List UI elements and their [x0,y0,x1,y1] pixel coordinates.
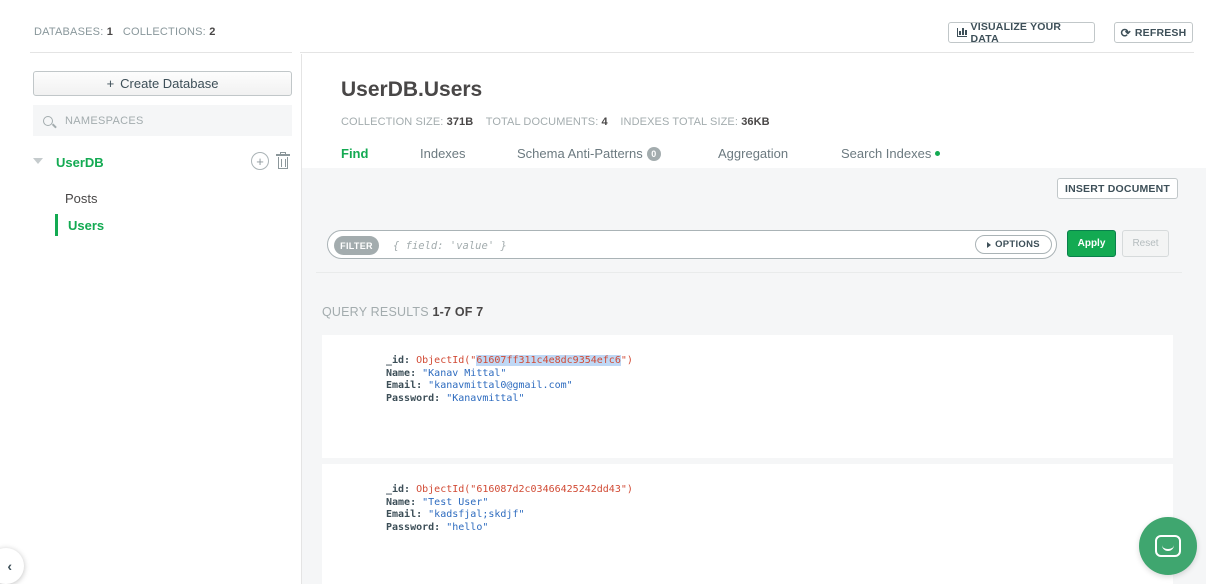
database-name[interactable]: UserDB [56,155,104,170]
create-database-button[interactable]: + Create Database [33,71,292,96]
document-field-id: _id: ObjectId("616087d2c03466425242dd43"… [322,484,1173,497]
collections-label: COLLECTIONS: [122,26,206,38]
tab-label: Find [341,146,369,161]
namespaces-placeholder: NAMESPACES [65,114,144,127]
instance-counts: DATABASES: 1 COLLECTIONS: 2 [34,26,216,38]
document-field-id: _id: ObjectId("61607ff311c4e8dc9354efc6"… [322,355,1173,368]
field-key: Name: [386,496,417,508]
indexes-size-value: 36KB [741,116,770,128]
refresh-label: REFRESH [1134,26,1187,39]
field-value: ObjectId("616087d2c03466425242dd43") [416,484,633,495]
field-value: "Kanav Mittal" [422,367,507,379]
plus-icon: + [106,76,115,91]
apply-button[interactable]: Apply [1067,230,1116,257]
tab-label: Search Indexes [841,146,932,161]
field-value: ObjectId("61607ff311c4e8dc9354efc6") [416,355,633,366]
tab-label: Schema Anti-Patterns [517,146,643,161]
tab-label: Indexes [420,146,466,161]
chat-support-button[interactable] [1139,517,1197,575]
databases-label: DATABASES: [34,26,104,38]
filter-input[interactable] [393,238,953,254]
field-value: "Kanavmittal" [446,392,525,404]
filter-bar: FILTER OPTIONS [327,230,1057,259]
visualize-label: VISUALIZE YOUR DATA [970,20,1062,45]
collection-size-value: 371B [446,116,474,128]
document-field-password: Password: "hello" [322,522,1173,535]
document-field-email: Email: "kanavmittal0@gmail.com" [322,380,1173,393]
collection-stats: COLLECTION SIZE: 371B TOTAL DOCUMENTS: 4… [341,116,770,128]
chevron-left-icon: ‹ [7,558,12,574]
results-label: QUERY RESULTS [322,305,429,319]
collection-label: Users [68,217,105,233]
refresh-button[interactable]: ⟳ REFRESH [1114,22,1193,43]
tab-search-indexes[interactable]: Search Indexes [841,146,941,161]
document-card[interactable]: _id: ObjectId("61607ff311c4e8dc9354efc6"… [322,335,1173,458]
field-value: "kadsfjal;skdjf" [428,509,525,520]
field-key: Email: [386,509,423,520]
tab-label: Aggregation [718,146,789,161]
field-key: Name: [386,367,417,379]
collection-size-label: COLLECTION SIZE: [341,116,444,128]
query-results-count: QUERY RESULTS 1-7 OF 7 [322,305,483,319]
results-range: 1-7 OF 7 [432,305,484,319]
field-value: "hello" [446,521,489,533]
document-field-name: Name: "Test User" [322,497,1173,510]
add-collection-icon[interactable]: + [251,152,269,170]
field-key: Email: [386,380,423,391]
namespaces-search[interactable]: NAMESPACES [33,105,292,136]
count-badge: 0 [646,146,661,161]
toolbar-divider [316,272,1182,273]
sidebar-database-userdb[interactable]: UserDB + [33,152,292,172]
create-database-label: Create Database [120,76,219,91]
options-label: OPTIONS [995,239,1040,250]
tab-aggregation[interactable]: Aggregation [718,146,788,161]
filter-pill: FILTER [334,236,379,255]
field-value: "kanavmittal0@gmail.com" [428,380,573,391]
databases-count: 1 [106,26,114,38]
caret-right-icon [987,241,992,248]
document-field-email: Email: "kadsfjal;skdjf" [322,509,1173,522]
field-key: Password: [386,392,441,404]
field-key: _id: [386,484,411,495]
field-value: "Test User" [422,496,489,508]
field-key: _id: [386,355,411,366]
header-divider-left [30,52,292,53]
refresh-icon: ⟳ [1120,25,1131,40]
main-panel: UserDB.Users COLLECTION SIZE: 371B TOTAL… [302,54,1206,584]
sidebar-item-posts[interactable]: Posts [55,187,98,209]
header-divider-right [300,52,1194,53]
app-root: DATABASES: 1 COLLECTIONS: 2 VISUALIZE YO… [0,0,1206,584]
reset-button[interactable]: Reset [1122,230,1169,257]
search-icon [43,115,53,126]
total-documents-label: TOTAL DOCUMENTS: [485,116,599,128]
page-title: UserDB.Users [341,78,483,101]
status-dot-icon [935,151,941,156]
find-workspace: INSERT DOCUMENT FILTER OPTIONS Apply Res… [302,168,1206,584]
sidebar-item-users[interactable]: Users [55,214,104,236]
tab-indexes[interactable]: Indexes [420,146,466,161]
tab-schema-anti-patterns[interactable]: Schema Anti-Patterns 0 [517,146,661,161]
top-header: DATABASES: 1 COLLECTIONS: 2 VISUALIZE YO… [0,0,1206,54]
insert-document-button[interactable]: INSERT DOCUMENT [1057,178,1178,199]
chat-icon [1155,535,1181,557]
caret-down-icon[interactable] [33,158,43,164]
collections-count: 2 [209,26,216,38]
options-toggle-button[interactable]: OPTIONS [975,235,1052,254]
indexes-size-label: INDEXES TOTAL SIZE: [620,116,739,128]
sidebar: + Create Database NAMESPACES UserDB + Po… [0,54,302,584]
document-field-name: Name: "Kanav Mittal" [322,368,1173,381]
sidebar-collapse-button[interactable]: ‹ [0,548,24,584]
bar-chart-icon [957,28,967,37]
total-documents-value: 4 [601,116,608,128]
trash-icon[interactable] [276,152,290,170]
document-card[interactable]: _id: ObjectId("616087d2c03466425242dd43"… [322,464,1173,584]
field-key: Password: [386,521,441,533]
visualize-data-button[interactable]: VISUALIZE YOUR DATA [948,20,1095,45]
tab-find[interactable]: Find [341,146,368,161]
collection-label: Posts [65,190,98,206]
document-field-password: Password: "Kanavmittal" [322,393,1173,406]
